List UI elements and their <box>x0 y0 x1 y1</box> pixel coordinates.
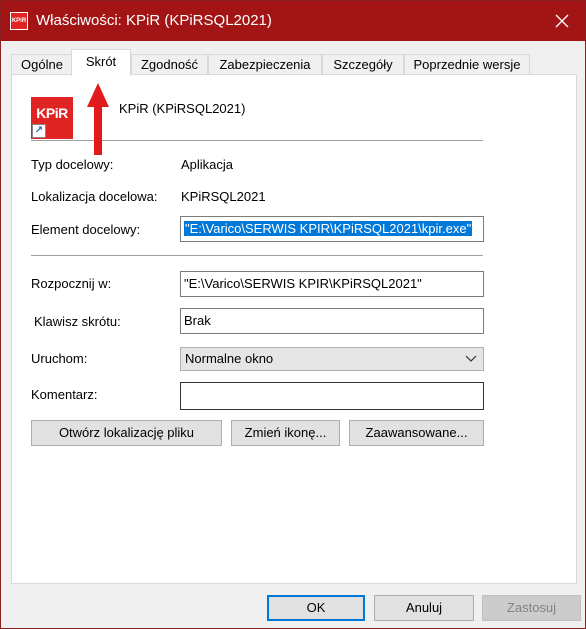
shortcut-arrow-icon: ↗ <box>32 124 46 138</box>
target-label: Element docelowy: <box>31 222 141 237</box>
separator <box>31 255 483 256</box>
window-title: Właściwości: KPiR (KPiRSQL2021) <box>36 12 272 29</box>
target-location-label: Lokalizacja docelowa: <box>31 189 158 204</box>
cancel-button[interactable]: Anuluj <box>374 595 474 621</box>
run-select[interactable]: Normalne okno <box>180 347 484 371</box>
close-icon <box>555 14 569 28</box>
run-select-value: Normalne okno <box>185 351 274 366</box>
target-type-label: Typ docelowy: <box>31 157 114 172</box>
tab-shortcut[interactable]: Skrót <box>71 49 131 76</box>
app-title-icon: KPiR <box>10 12 28 30</box>
advanced-button[interactable]: Zaawansowane... <box>349 420 484 446</box>
ok-button[interactable]: OK <box>267 595 365 621</box>
tab-security[interactable]: Zabezpieczenia <box>208 54 322 75</box>
target-location-value: KPiRSQL2021 <box>181 189 266 204</box>
target-input-value: "E:\Varico\SERWIS KPIR\KPiRSQL2021\kpir.… <box>184 221 473 236</box>
start-in-input[interactable]: "E:\Varico\SERWIS KPIR\KPiRSQL2021" <box>180 271 484 297</box>
comment-input[interactable] <box>180 382 484 410</box>
tab-general[interactable]: Ogólne <box>11 54 73 75</box>
tab-compatibility[interactable]: Zgodność <box>131 54 208 75</box>
app-shortcut-icon: KPiR ↗ <box>31 97 73 139</box>
chevron-down-icon <box>465 355 477 362</box>
target-input[interactable]: "E:\Varico\SERWIS KPIR\KPiRSQL2021\kpir.… <box>180 216 484 242</box>
comment-label: Komentarz: <box>31 387 98 402</box>
title-bar[interactable]: KPiR Właściwości: KPiR (KPiRSQL2021) <box>1 1 585 41</box>
annotation-arrow-icon <box>87 83 109 155</box>
shortcut-key-label: Klawisz skrótu: <box>34 314 121 329</box>
properties-dialog: KPiR Właściwości: KPiR (KPiRSQL2021) Ogó… <box>0 0 586 629</box>
app-icon-label: KPiR <box>36 105 68 121</box>
tab-previous-versions[interactable]: Poprzednie wersje <box>404 54 530 75</box>
change-icon-button[interactable]: Zmień ikonę... <box>231 420 340 446</box>
app-name: KPiR (KPiRSQL2021) <box>119 101 246 116</box>
tab-strip: Ogólne Skrót Zgodność Zabezpieczenia Szc… <box>11 47 577 76</box>
shortcut-key-input[interactable]: Brak <box>180 308 484 334</box>
run-label: Uruchom: <box>31 351 88 366</box>
tab-details[interactable]: Szczegóły <box>322 54 404 75</box>
target-type-value: Aplikacja <box>181 157 234 172</box>
start-in-label: Rozpocznij w: <box>31 276 112 291</box>
open-file-location-button[interactable]: Otwórz lokalizację pliku <box>31 420 222 446</box>
close-button[interactable] <box>539 1 585 41</box>
apply-button[interactable]: Zastosuj <box>482 595 581 621</box>
